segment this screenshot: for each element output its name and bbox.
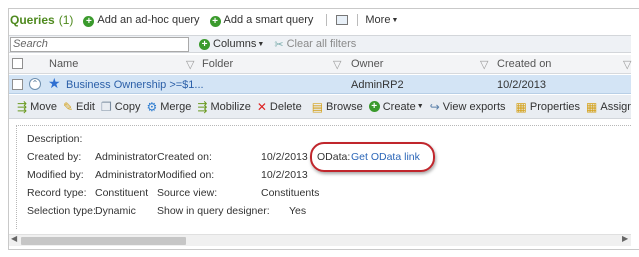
- add-smart-query-button[interactable]: + Add a smart query: [209, 14, 313, 27]
- create-icon: +: [368, 101, 380, 112]
- scroll-right-icon[interactable]: ▶: [622, 234, 628, 243]
- columns-button[interactable]: + Columns ▼: [199, 38, 264, 50]
- grid-header: Name ▽ Folder ▽ Owner ▽ Created on ▽: [9, 55, 631, 74]
- scrollbar-thumb[interactable]: [21, 237, 186, 245]
- chevron-down-icon: ▼: [416, 103, 424, 110]
- selection-type-value: Dynamic: [95, 205, 136, 217]
- separator: [326, 14, 328, 26]
- modified-by-value: Administrator: [95, 169, 157, 181]
- column-header-name[interactable]: Name: [49, 58, 78, 70]
- queries-header: Queries (1) + Add an ad-hoc query + Add a …: [10, 10, 630, 30]
- filter-icon[interactable]: ▽: [623, 58, 631, 71]
- exports-icon: ↪: [429, 99, 440, 114]
- created-on-label: Created on:: [157, 151, 212, 163]
- record-type-value: Constituent: [95, 187, 149, 199]
- source-view-value: Constituents: [261, 187, 320, 199]
- add-icon: +: [199, 38, 210, 50]
- more-menu[interactable]: More▼: [365, 14, 398, 26]
- row-name[interactable]: Business Ownership >=$1...: [66, 79, 204, 91]
- chevron-down-icon: ▼: [391, 17, 399, 24]
- selection-type-label: Selection type:: [27, 205, 96, 217]
- assign-icon: ▦: [586, 99, 598, 114]
- edit-button[interactable]: ✎ Edit: [63, 100, 95, 114]
- record-type-label: Record type:: [27, 187, 87, 199]
- clear-filter-icon: ✂: [274, 38, 284, 51]
- show-in-designer-label: Show in query designer:: [157, 205, 270, 217]
- horizontal-scrollbar[interactable]: ◀ ▶: [9, 234, 631, 246]
- delete-button[interactable]: ✕ Delete: [257, 100, 302, 114]
- properties-button[interactable]: ▦ Properties: [516, 100, 580, 114]
- separator: [357, 14, 359, 26]
- filter-icon[interactable]: ▽: [186, 58, 194, 71]
- mobilize-button[interactable]: ⇶ Mobilize: [197, 100, 250, 114]
- copy-icon: ❐: [101, 99, 112, 114]
- create-button[interactable]: + Create ▼: [368, 101, 424, 113]
- browse-button[interactable]: ▤ Browse: [312, 100, 363, 114]
- select-all-checkbox[interactable]: [12, 58, 23, 69]
- action-toolbar: ⇶ Move ✎ Edit ❐ Copy ⚙ Merge ⇶ Mobilize ✕ Dele…: [9, 95, 631, 119]
- move-icon: ⇶: [17, 99, 28, 114]
- star-icon: ★: [48, 75, 61, 91]
- created-by-label: Created by:: [27, 151, 82, 163]
- scroll-left-icon[interactable]: ◀: [11, 234, 17, 243]
- modified-on-label: Modified on:: [157, 169, 215, 181]
- row-owner: AdminRP2: [351, 79, 404, 91]
- add-adhoc-query-button[interactable]: + Add an ad-hoc query: [83, 14, 200, 27]
- merge-icon: ⚙: [146, 99, 158, 114]
- created-by-value: Administrator: [95, 151, 157, 163]
- collapse-icon[interactable]: ⌃: [29, 78, 41, 90]
- merge-button[interactable]: ⚙ Merge: [146, 100, 191, 114]
- filter-icon[interactable]: ▽: [333, 58, 341, 71]
- filter-icon[interactable]: ▽: [480, 58, 488, 71]
- properties-icon: ▦: [515, 99, 527, 114]
- mobilize-icon: ⇶: [197, 99, 208, 114]
- column-header-owner[interactable]: Owner: [351, 58, 383, 70]
- source-view-label: Source view:: [157, 187, 218, 199]
- delete-icon: ✕: [256, 99, 267, 114]
- move-button[interactable]: ⇶ Move: [17, 100, 57, 114]
- odata-highlight-callout: [310, 142, 435, 172]
- row-checkbox[interactable]: [12, 79, 23, 90]
- modified-on-value: 10/2/2013: [261, 169, 308, 181]
- search-input[interactable]: Search: [10, 36, 189, 52]
- column-header-folder[interactable]: Folder: [202, 58, 233, 70]
- clear-filters-button[interactable]: ✂ Clear all filters: [274, 38, 356, 51]
- page-title: Queries: [10, 13, 55, 27]
- table-row[interactable]: ⌃ ★ Business Ownership >=$1... AdminRP2 …: [9, 75, 631, 94]
- pencil-icon: ✎: [62, 99, 74, 114]
- modified-by-label: Modified by:: [27, 169, 84, 181]
- view-exports-button[interactable]: ↪ View exports: [430, 100, 506, 114]
- chevron-down-icon: ▼: [257, 40, 265, 48]
- search-row: Search + Columns ▼ ✂ Clear all filters: [9, 35, 631, 53]
- copy-button[interactable]: ❐ Copy: [101, 100, 140, 114]
- add-icon: +: [209, 15, 221, 27]
- add-icon: +: [83, 15, 95, 27]
- browse-icon: ▤: [311, 99, 324, 114]
- created-on-value: 10/2/2013: [261, 151, 308, 163]
- column-header-created-on[interactable]: Created on: [497, 58, 551, 70]
- assign-permissions-button[interactable]: ▦Assign perm: [586, 100, 631, 114]
- row-created-on: 10/2/2013: [497, 79, 546, 91]
- window-icon[interactable]: [336, 15, 349, 25]
- description-label: Description:: [27, 133, 83, 145]
- query-count: (1): [58, 13, 74, 27]
- show-in-designer-value: Yes: [289, 205, 307, 217]
